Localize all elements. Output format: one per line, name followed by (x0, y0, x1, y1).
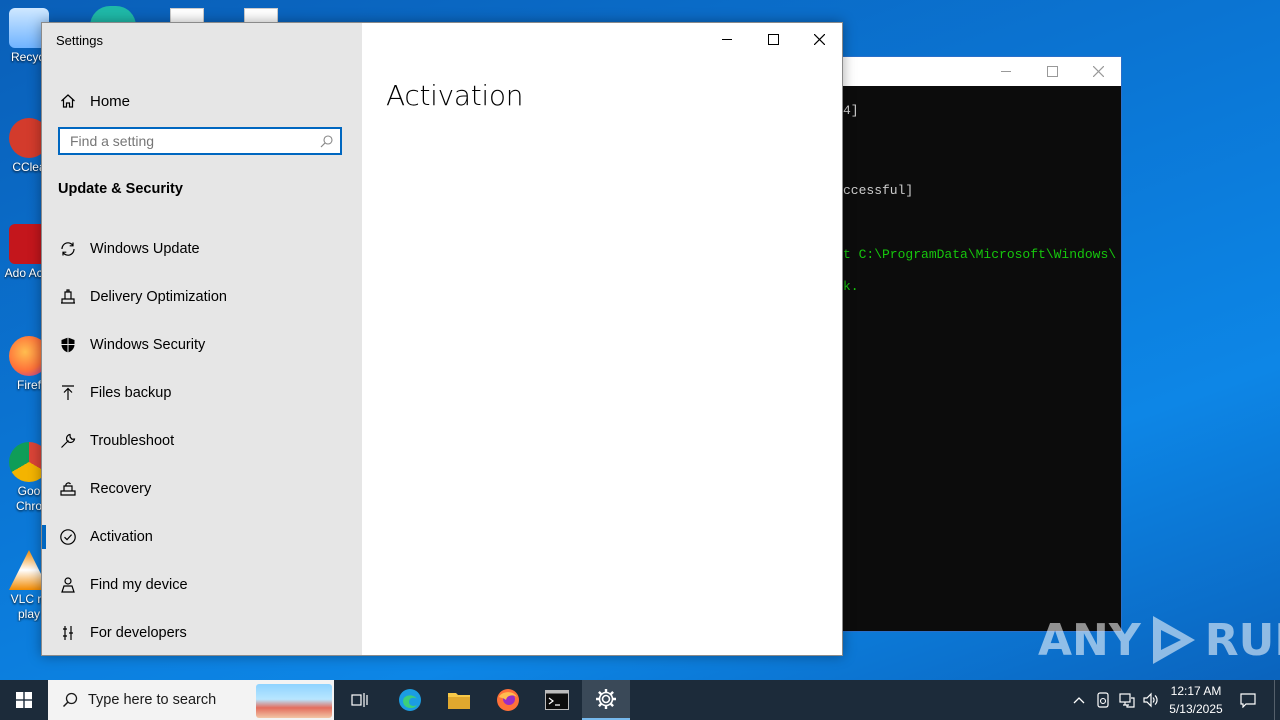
console-minimize-button[interactable] (983, 57, 1029, 86)
start-button[interactable] (0, 680, 48, 720)
shield-icon (58, 336, 78, 354)
nav-item-activation[interactable]: Activation (42, 513, 362, 561)
taskbar-settings[interactable] (582, 680, 630, 720)
volume-button[interactable] (1140, 680, 1162, 720)
nav-item-label: Windows Security (90, 337, 206, 353)
search-icon[interactable] (320, 134, 334, 153)
taskbar-search-text: Type here to search (88, 692, 217, 708)
maximize-button[interactable] (750, 23, 796, 55)
wrench-icon (58, 432, 78, 450)
clock-time: 12:17 AM (1170, 684, 1222, 698)
page-title: Activation (386, 79, 524, 112)
sync-icon (58, 240, 78, 258)
backup-arrow-icon (58, 384, 78, 402)
nav-item-label: Files backup (90, 385, 172, 401)
nav-item-label: Windows Update (90, 241, 200, 257)
windows-logo-icon (16, 692, 32, 708)
developer-tools-icon (58, 624, 78, 642)
notification-icon (1240, 693, 1256, 708)
nav-item-for-developers[interactable]: For developers (42, 609, 362, 657)
nav-item-label: Find my device (90, 577, 188, 593)
console-maximize-button[interactable] (1029, 57, 1075, 86)
console-line: 4] (843, 103, 859, 118)
search-highlight-image (256, 684, 332, 718)
window-title: Settings (56, 33, 103, 48)
terminal-icon (545, 690, 569, 710)
anyrun-watermark: ANY RUN (1038, 612, 1280, 668)
close-button[interactable] (796, 23, 842, 55)
device-icon (1097, 692, 1109, 708)
console-line: t C:\ProgramData\Microsoft\Windows\ (843, 247, 1117, 262)
find-setting-search[interactable] (58, 127, 342, 155)
taskbar-command-prompt[interactable] (533, 680, 581, 720)
delivery-optimization-icon (58, 288, 78, 306)
speaker-icon (1143, 692, 1158, 708)
firefox-icon (497, 689, 519, 711)
nav-item-label: Troubleshoot (90, 433, 175, 449)
task-view-icon (351, 693, 368, 707)
network-button[interactable] (1116, 680, 1138, 720)
nav-item-recovery[interactable]: Recovery (42, 465, 362, 513)
console-window[interactable]: 4] ccessful] t C:\ProgramData\Microsoft\… (842, 56, 1122, 632)
nav-item-label: Recovery (90, 481, 152, 497)
section-title: Update & Security (58, 181, 183, 197)
nav-item-windows-update[interactable]: Windows Update (42, 225, 362, 273)
taskbar-search-box[interactable]: Type here to search (48, 680, 334, 720)
show-hidden-icons-button[interactable] (1068, 680, 1090, 720)
nav-item-delivery-optimization[interactable]: Delivery Optimization (42, 273, 362, 321)
watermark-text-right: RUN (1204, 614, 1280, 666)
taskbar-firefox[interactable] (484, 680, 532, 720)
minimize-button[interactable] (704, 23, 750, 55)
task-view-button[interactable] (336, 680, 384, 720)
action-center-button[interactable] (1236, 680, 1260, 720)
settings-sidebar: Settings Home Update & Security Windows … (42, 23, 362, 655)
tray-device-icon-button[interactable] (1092, 680, 1114, 720)
console-line: ccessful] (843, 183, 914, 198)
show-desktop-button[interactable] (1274, 680, 1280, 720)
edge-icon (399, 689, 421, 711)
nav-item-label: For developers (90, 625, 187, 641)
console-titlebar[interactable] (843, 57, 1121, 86)
home-link[interactable]: Home (42, 85, 362, 117)
nav-item-windows-security[interactable]: Windows Security (42, 321, 362, 369)
clock-date: 5/13/2025 (1169, 702, 1223, 716)
nav-item-files-backup[interactable]: Files backup (42, 369, 362, 417)
nav-item-label: Delivery Optimization (90, 289, 227, 305)
settings-window[interactable]: Settings Home Update & Security Windows … (41, 22, 843, 656)
taskbar-file-explorer[interactable] (435, 680, 483, 720)
network-icon (1119, 693, 1135, 708)
person-locate-icon (58, 576, 78, 594)
recovery-icon (58, 480, 78, 498)
taskbar-clock[interactable]: 12:17 AM 5/13/2025 (1160, 682, 1232, 718)
check-circle-icon (58, 528, 78, 546)
taskbar: Type here to search 12:17 AM 5/13/2025 (0, 680, 1280, 720)
watermark-text-left: ANY (1038, 614, 1141, 666)
search-icon (62, 692, 78, 708)
taskbar-edge[interactable] (386, 680, 434, 720)
home-icon (58, 93, 78, 109)
folder-icon (448, 693, 470, 709)
nav-item-label: Activation (90, 529, 153, 545)
nav-item-troubleshoot[interactable]: Troubleshoot (42, 417, 362, 465)
console-line: k. (843, 279, 859, 294)
settings-content: Activation (362, 23, 842, 655)
home-label: Home (90, 92, 131, 110)
chevron-up-icon (1073, 697, 1085, 704)
find-setting-input[interactable] (60, 129, 310, 153)
nav-item-find-my-device[interactable]: Find my device (42, 561, 362, 609)
settings-nav: Windows Update Delivery Optimization Win… (42, 225, 362, 657)
gear-icon (596, 689, 616, 709)
play-logo-icon (1152, 616, 1195, 664)
console-close-button[interactable] (1075, 57, 1121, 86)
